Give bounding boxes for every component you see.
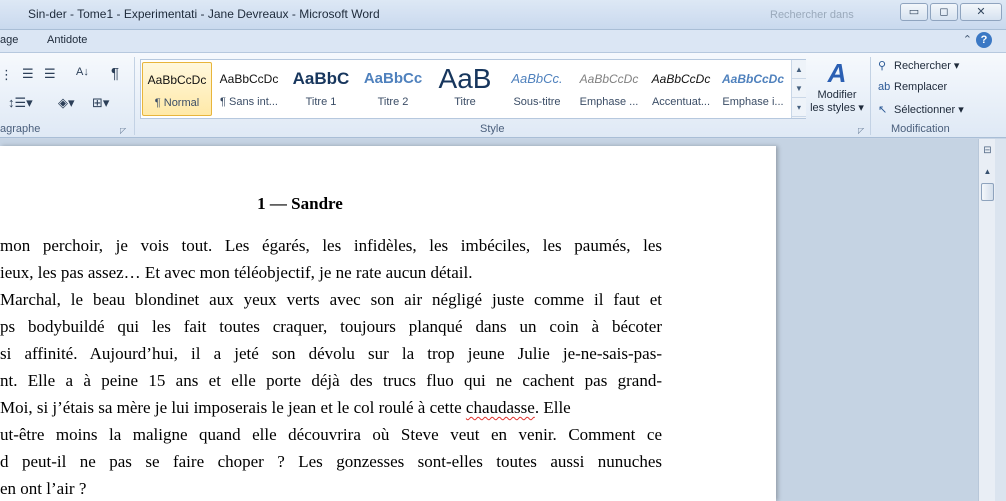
chapter-heading: 1 — Sandre bbox=[257, 194, 343, 213]
tab-antidote[interactable]: Antidote bbox=[47, 34, 87, 46]
line-spacing-icon[interactable]: ↕☰▾ bbox=[8, 95, 33, 111]
binoculars-icon: ⚲ bbox=[878, 60, 887, 72]
text-line: d peut-il ne pas se faire choper ? Les g… bbox=[0, 452, 662, 471]
document-page[interactable]: 1 — Sandre mon perchoir, je vois tout. L… bbox=[0, 146, 776, 501]
increase-indent-icon[interactable]: ☰ bbox=[44, 66, 56, 82]
scroll-thumb[interactable] bbox=[981, 183, 994, 201]
style-launcher-icon[interactable]: ◸ bbox=[858, 126, 864, 135]
group-divider bbox=[870, 57, 871, 135]
style-emphase-intense[interactable]: AaBbCcDc Emphase i... bbox=[718, 62, 788, 116]
change-styles-icon: A bbox=[827, 58, 847, 88]
vertical-scrollbar[interactable]: ⊟ ▲ bbox=[978, 139, 995, 501]
search-hint-text: Rechercher dans bbox=[770, 9, 854, 21]
style-titre-2[interactable]: AaBbCc Titre 2 bbox=[358, 62, 428, 116]
restore-button[interactable]: ◻ bbox=[930, 3, 958, 21]
style-accentuation[interactable]: AaBbCcDc Accentuat... bbox=[646, 62, 716, 116]
style-gallery: AaBbCcDc ¶ Normal AaBbCcDc ¶ Sans int...… bbox=[140, 59, 806, 119]
text-line: Moi, si j’étais sa mère je lui imposerai… bbox=[0, 398, 571, 417]
text-line: ps bodybuildé qui les fait toutes craque… bbox=[0, 317, 662, 336]
collapse-ribbon-icon[interactable]: ⌃ bbox=[963, 33, 972, 46]
text-line: nt. Elle a à peine 15 ans et elle porte … bbox=[0, 371, 662, 390]
gallery-up-icon[interactable]: ▲ bbox=[792, 60, 806, 79]
gallery-more-icon[interactable]: ▾ bbox=[792, 98, 806, 117]
text-line: ieux, les pas assez… Et avec mon téléobj… bbox=[0, 263, 473, 282]
borders-icon[interactable]: ⊞▾ bbox=[92, 95, 109, 111]
style-normal[interactable]: AaBbCcDc ¶ Normal bbox=[142, 62, 212, 116]
misspelled-word[interactable]: chaudasse bbox=[466, 398, 535, 417]
gallery-scroll: ▲ ▼ ▾ bbox=[791, 60, 806, 118]
style-sans-interligne[interactable]: AaBbCcDc ¶ Sans int... bbox=[214, 62, 284, 116]
scroll-up-icon[interactable]: ▲ bbox=[982, 167, 993, 179]
style-group-label: Style bbox=[480, 123, 505, 135]
pilcrow-icon[interactable]: ¶ bbox=[111, 65, 119, 82]
style-titre-1[interactable]: AaBbC Titre 1 bbox=[286, 62, 356, 116]
style-sous-titre[interactable]: AaBbCc. Sous-titre bbox=[502, 62, 572, 116]
ribbon: ⋮ ☰ ☰ A↓ ¶ ↕☰▾ ◈▾ ⊞▾ agraphe ◸ AaBbCcDc … bbox=[0, 52, 1006, 138]
group-divider bbox=[134, 57, 135, 135]
tab-mise-en-page[interactable]: age bbox=[0, 34, 18, 46]
modifier-styles-button[interactable]: A Modifier les styles ▾ bbox=[808, 57, 866, 115]
window-controls: ▭ ◻ ✕ bbox=[900, 3, 1002, 21]
style-titre[interactable]: AaB Titre bbox=[430, 62, 500, 116]
text-line: en ont l’air ? bbox=[0, 479, 87, 498]
minimize-button[interactable]: ▭ bbox=[900, 3, 928, 21]
window-title: Sin-der - Tome1 - Experimentati - Jane D… bbox=[28, 7, 380, 21]
remplacer-button[interactable]: ab Remplacer bbox=[878, 81, 947, 93]
close-button[interactable]: ✕ bbox=[960, 3, 1002, 21]
shading-icon[interactable]: ◈▾ bbox=[58, 95, 75, 111]
ribbon-tab-row: age Antidote ⌃ ? bbox=[0, 30, 1006, 52]
rechercher-button[interactable]: ⚲ Rechercher ▾ bbox=[878, 59, 959, 72]
style-emphase-pale[interactable]: AaBbCcDc Emphase ... bbox=[574, 62, 644, 116]
cursor-icon: ↖ bbox=[878, 104, 888, 116]
window-edge bbox=[995, 139, 1006, 501]
text-line: ut-être moins la maligne quand elle déco… bbox=[0, 425, 662, 444]
indent-icon[interactable]: ⋮ bbox=[0, 67, 13, 83]
selectionner-button[interactable]: ↖ Sélectionner ▾ bbox=[878, 103, 964, 116]
replace-icon: ab bbox=[878, 81, 891, 93]
help-icon[interactable]: ? bbox=[976, 32, 992, 48]
text-line: si affinité. Aujourd’hui, il a jeté son … bbox=[0, 344, 662, 363]
paragraph-launcher-icon[interactable]: ◸ bbox=[120, 126, 126, 135]
ruler-toggle-icon[interactable]: ⊟ bbox=[981, 145, 994, 161]
decrease-indent-icon[interactable]: ☰ bbox=[22, 66, 34, 82]
gallery-down-icon[interactable]: ▼ bbox=[792, 79, 806, 98]
text-line: Marchal, le beau blondinet aux yeux vert… bbox=[0, 290, 662, 309]
sort-icon[interactable]: A↓ bbox=[76, 66, 89, 78]
title-bar: Sin-der - Tome1 - Experimentati - Jane D… bbox=[0, 0, 1006, 30]
modification-group-label: Modification bbox=[891, 123, 950, 135]
text-line: mon perchoir, je vois tout. Les égarés, … bbox=[0, 236, 662, 255]
paragraph-group-label: agraphe bbox=[0, 123, 41, 135]
